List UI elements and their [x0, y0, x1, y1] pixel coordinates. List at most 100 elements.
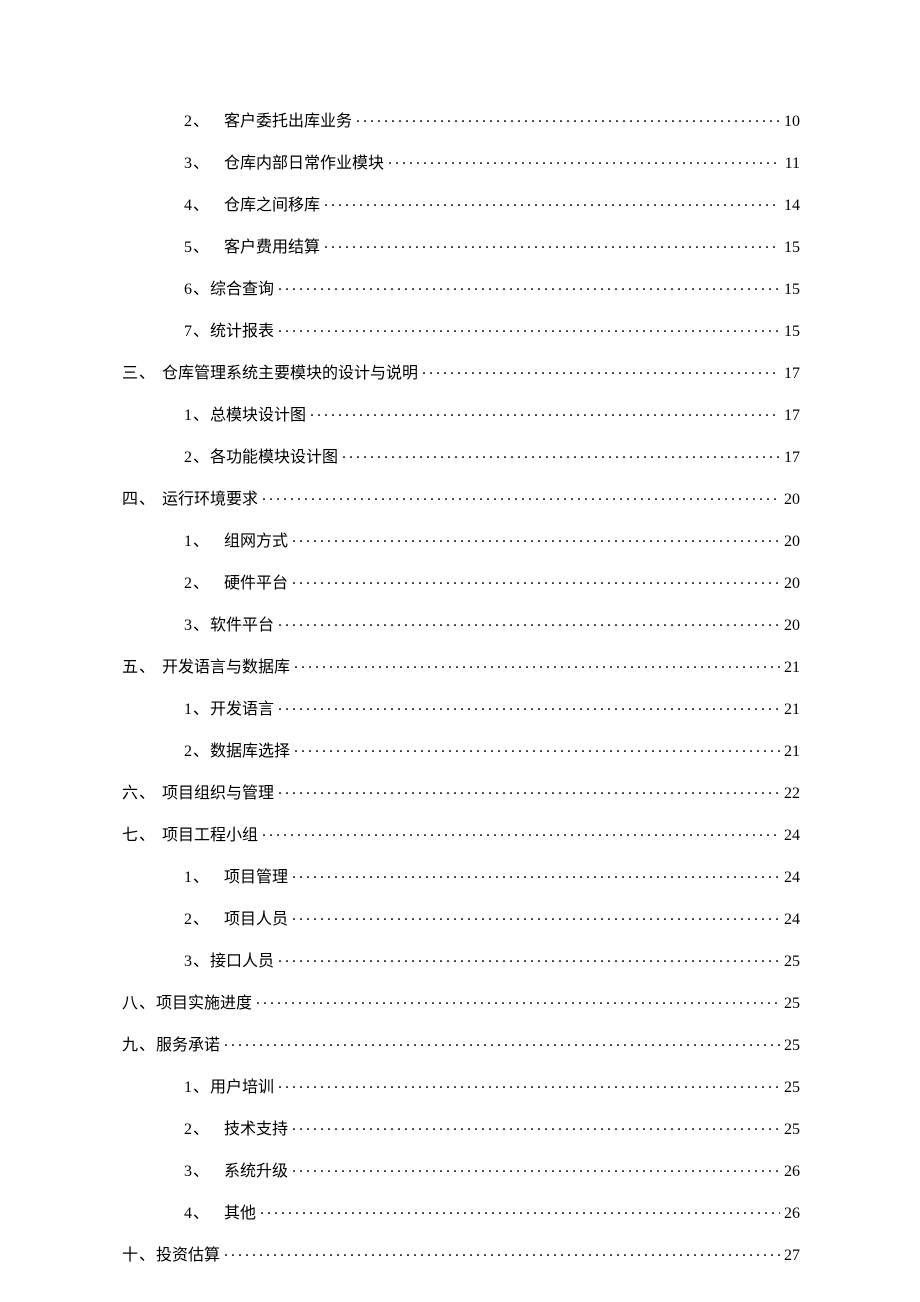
- toc-title: 统计报表: [210, 324, 274, 340]
- toc-page-number: 25: [784, 996, 800, 1012]
- toc-entry[interactable]: 5、客户费用结算15: [122, 236, 800, 256]
- toc-number: 六、: [122, 786, 162, 802]
- toc-title: 仓库内部日常作业模块: [224, 156, 384, 172]
- toc-page-number: 20: [784, 618, 800, 634]
- toc-number: 1、: [184, 702, 210, 718]
- toc-number: 4、: [184, 1206, 224, 1222]
- toc-leader-dots: [278, 278, 780, 294]
- toc-entry[interactable]: 1、用户培训25: [122, 1076, 800, 1096]
- toc-page-number: 21: [784, 660, 800, 676]
- toc-page-number: 11: [785, 156, 800, 172]
- toc-entry[interactable]: 3、系统升级 26: [122, 1160, 800, 1180]
- toc-entry[interactable]: 6、综合查询15: [122, 278, 800, 298]
- toc-number: 1、: [184, 1080, 210, 1096]
- toc-number: 3、: [184, 1164, 224, 1180]
- toc-number: 1、: [184, 870, 224, 886]
- toc-number: 3、: [184, 618, 210, 634]
- toc-entry[interactable]: 3、软件平台 20: [122, 614, 800, 634]
- toc-page-number: 25: [784, 1122, 800, 1138]
- toc-entry[interactable]: 三、仓库管理系统主要模块的设计与说明17: [122, 362, 800, 382]
- toc-title: 投资估算: [156, 1248, 220, 1264]
- toc-entry[interactable]: 3、仓库内部日常作业模块11: [122, 152, 800, 172]
- toc-title: 开发语言与数据库: [162, 660, 290, 676]
- toc-entry[interactable]: 2、技术支持25: [122, 1118, 800, 1138]
- toc-leader-dots: [294, 656, 780, 672]
- toc-page-number: 25: [784, 954, 800, 970]
- toc-entry[interactable]: 2、数据库选择 21: [122, 740, 800, 760]
- toc-page-number: 24: [784, 912, 800, 928]
- toc-entry[interactable]: 六、项目组织与管理22: [122, 782, 800, 802]
- toc-leader-dots: [278, 698, 780, 714]
- toc-number: 三、: [122, 366, 162, 382]
- toc-entry[interactable]: 4、仓库之间移库14: [122, 194, 800, 214]
- toc-number: 五、: [122, 660, 162, 676]
- toc-title: 总模块设计图: [210, 408, 306, 424]
- toc-leader-dots: [292, 1160, 780, 1176]
- toc-entry[interactable]: 七、项目工程小组 24: [122, 824, 800, 844]
- toc-leader-dots: [262, 824, 780, 840]
- toc-page-number: 26: [784, 1206, 800, 1222]
- toc-leader-dots: [256, 992, 780, 1008]
- toc-entry[interactable]: 3、接口人员25: [122, 950, 800, 970]
- toc-number: 2、: [184, 114, 224, 130]
- toc-entry[interactable]: 4、其他 26: [122, 1202, 800, 1222]
- toc-entry[interactable]: 十、投资估算27: [122, 1244, 800, 1264]
- toc-entry[interactable]: 2、项目人员24: [122, 908, 800, 928]
- toc-page-number: 26: [784, 1164, 800, 1180]
- toc-page-number: 25: [784, 1038, 800, 1054]
- toc-title: 系统升级: [224, 1164, 288, 1180]
- toc-entry[interactable]: 八、项目实施进度25: [122, 992, 800, 1012]
- toc-page-number: 20: [784, 534, 800, 550]
- toc-number: 十、: [122, 1248, 156, 1264]
- toc-title: 各功能模块设计图: [210, 450, 338, 466]
- toc-entry[interactable]: 1、总模块设计图 17: [122, 404, 800, 424]
- toc-page-number: 10: [784, 114, 800, 130]
- toc-title: 开发语言: [210, 702, 274, 718]
- toc-leader-dots: [388, 152, 781, 168]
- toc-page-number: 17: [784, 366, 800, 382]
- toc-leader-dots: [278, 1076, 780, 1092]
- toc-title: 项目工程小组: [162, 828, 258, 844]
- toc-number: 3、: [184, 954, 210, 970]
- toc-number: 1、: [184, 408, 210, 424]
- toc-leader-dots: [292, 530, 780, 546]
- toc-entry[interactable]: 2、客户委托出库业务10: [122, 110, 800, 130]
- toc-number: 7、: [184, 324, 210, 340]
- toc-page-number: 20: [784, 492, 800, 508]
- toc-number: 2、: [184, 744, 210, 760]
- toc-page-number: 17: [784, 408, 800, 424]
- toc-title: 数据库选择: [210, 744, 290, 760]
- toc-page-number: 21: [784, 744, 800, 760]
- toc-page-number: 21: [784, 702, 800, 718]
- toc-title: 项目实施进度: [156, 996, 252, 1012]
- toc-entry[interactable]: 五、开发语言与数据库 21: [122, 656, 800, 676]
- toc-entry[interactable]: 九、服务承诺25: [122, 1034, 800, 1054]
- toc-entry[interactable]: 2、硬件平台20: [122, 572, 800, 592]
- toc-number: 七、: [122, 828, 162, 844]
- toc-leader-dots: [356, 110, 780, 126]
- toc-entry[interactable]: 2、各功能模块设计图17: [122, 446, 800, 466]
- toc-leader-dots: [342, 446, 780, 462]
- toc-leader-dots: [278, 614, 780, 630]
- toc-page-number: 17: [784, 450, 800, 466]
- toc-page-number: 14: [784, 198, 800, 214]
- toc-entry[interactable]: 7、统计报表15: [122, 320, 800, 340]
- toc-title: 项目人员: [224, 912, 288, 928]
- toc-page-number: 24: [784, 828, 800, 844]
- toc-leader-dots: [292, 572, 780, 588]
- toc-entry[interactable]: 1、开发语言 21: [122, 698, 800, 718]
- toc-page-number: 15: [784, 240, 800, 256]
- toc-title: 项目管理: [224, 870, 288, 886]
- toc-title: 其他: [224, 1206, 256, 1222]
- toc-number: 1、: [184, 534, 224, 550]
- toc-leader-dots: [260, 1202, 780, 1218]
- toc-title: 软件平台: [210, 618, 274, 634]
- toc-entry[interactable]: 1、组网方式 20: [122, 530, 800, 550]
- toc-leader-dots: [278, 950, 780, 966]
- toc-leader-dots: [292, 866, 780, 882]
- toc-leader-dots: [262, 488, 780, 504]
- toc-number: 4、: [184, 198, 224, 214]
- toc-entry[interactable]: 1、项目管理24: [122, 866, 800, 886]
- toc-entry[interactable]: 四、运行环境要求20: [122, 488, 800, 508]
- toc-title: 组网方式: [224, 534, 288, 550]
